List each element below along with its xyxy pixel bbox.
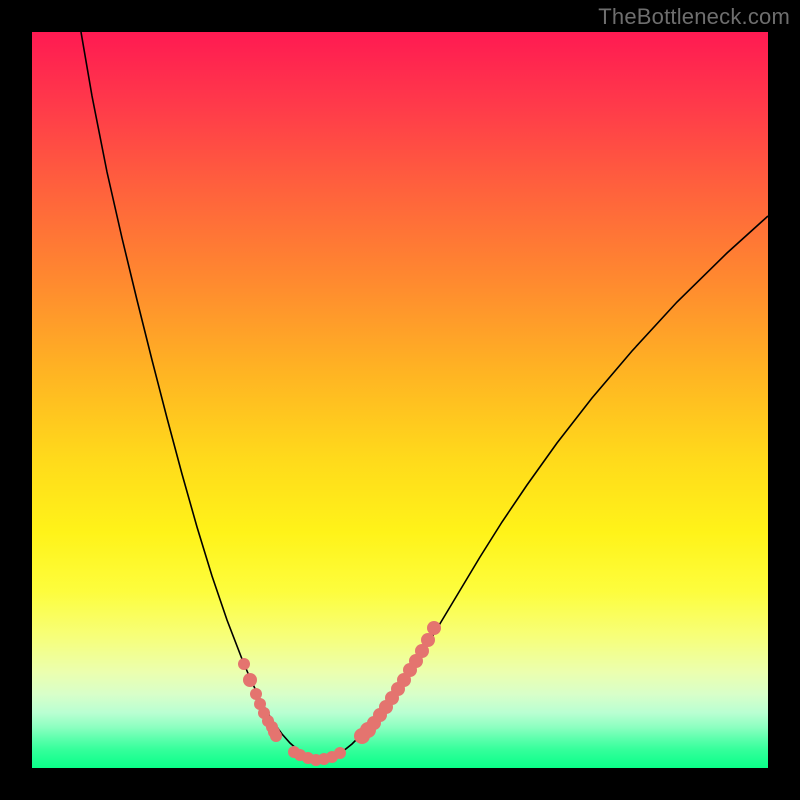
data-dot — [334, 747, 346, 759]
dot-layer — [238, 621, 441, 766]
data-dot — [427, 621, 441, 635]
chart-frame: TheBottleneck.com — [0, 0, 800, 800]
plot-area — [32, 32, 768, 768]
curve-svg — [32, 32, 768, 768]
data-dot — [421, 633, 435, 647]
data-dot — [238, 658, 250, 670]
data-dot — [243, 673, 257, 687]
watermark-text: TheBottleneck.com — [598, 4, 790, 30]
data-dot — [270, 730, 282, 742]
